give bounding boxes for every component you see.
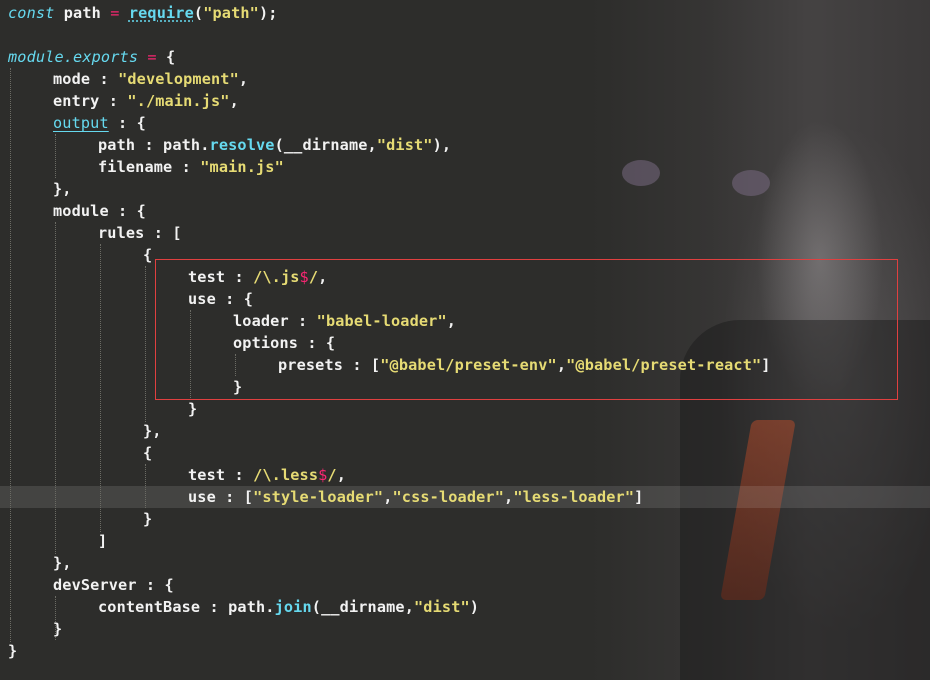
indent-guide (145, 464, 147, 508)
code-line-17[interactable]: presets : ["@babel/preset-env","@babel/p… (278, 354, 771, 376)
code-line-12[interactable]: { (143, 244, 152, 266)
code-line-28[interactable]: contentBase : path.join(__dirname,"dist"… (98, 596, 479, 618)
code-line-18[interactable]: } (233, 376, 242, 398)
code-line-29[interactable]: } (53, 618, 62, 640)
code-line-23[interactable]: use : ["style-loader","css-loader","less… (188, 486, 643, 508)
indent-guide (100, 244, 102, 532)
code-line-25[interactable]: ] (98, 530, 107, 552)
code-line-20[interactable]: }, (143, 420, 162, 442)
code-line-7[interactable]: path : path.resolve(__dirname,"dist"), (98, 134, 451, 156)
code-line-19[interactable]: } (188, 398, 197, 420)
code-line-21[interactable]: { (143, 442, 152, 464)
indent-guide (55, 222, 57, 554)
code-line-26[interactable]: }, (53, 552, 72, 574)
code-line-27[interactable]: devServer : { (53, 574, 174, 596)
code-line-8[interactable]: filename : "main.js" (98, 156, 284, 178)
code-line-13[interactable]: test : /\.js$/, (188, 266, 327, 288)
code-line-11[interactable]: rules : [ (98, 222, 182, 244)
code-line-15[interactable]: loader : "babel-loader", (233, 310, 456, 332)
code-line-4[interactable]: mode : "development", (53, 68, 248, 90)
code-line-10[interactable]: module : { (53, 200, 146, 222)
code-line-16[interactable]: options : { (233, 332, 335, 354)
code-line-9[interactable]: }, (53, 178, 72, 200)
code-line-3[interactable]: module.exports = { (8, 46, 175, 68)
code-editor[interactable]: const path = require("path"); module.exp… (0, 0, 930, 680)
indent-guide (10, 618, 12, 640)
code-line-6[interactable]: output : { (53, 112, 146, 134)
indent-guide (145, 266, 147, 422)
code-line-1[interactable]: const path = require("path"); (8, 2, 278, 24)
code-line-14[interactable]: use : { (188, 288, 253, 310)
indent-guide (10, 68, 12, 642)
indent-guide (55, 134, 57, 178)
code-line-5[interactable]: entry : "./main.js", (53, 90, 239, 112)
code-line-24[interactable]: } (143, 508, 152, 530)
code-line-22[interactable]: test : /\.less$/, (188, 464, 346, 486)
code-line-30[interactable]: } (8, 640, 17, 662)
